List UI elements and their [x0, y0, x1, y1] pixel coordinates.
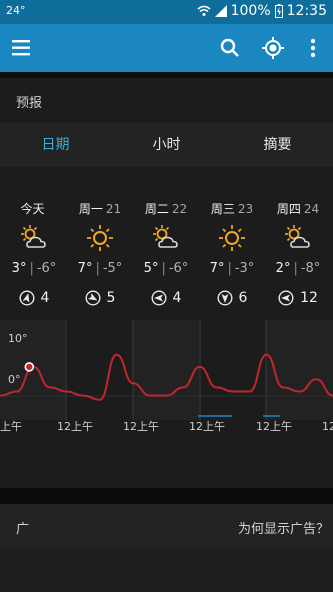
day-column[interactable]: 周二 22 5° | -6° 4 — [133, 200, 199, 306]
daily-forecast: 今天 3° | -6° 4 周一 21 7° | -5° 5 周二 22 5° … — [0, 200, 333, 310]
x-tick-label: 12上午 — [256, 420, 292, 433]
status-temperature: 24° — [6, 4, 26, 17]
partly-cloudy-icon — [21, 225, 46, 248]
battery-percent: 100% — [230, 3, 271, 19]
sun-icon — [87, 225, 113, 251]
partly-cloudy-icon — [153, 225, 178, 248]
sun-icon — [219, 225, 245, 251]
bottom-area — [0, 548, 333, 592]
wifi-icon — [197, 5, 211, 16]
day-column[interactable]: 周三 23 7° | -3° 6 — [199, 200, 265, 306]
x-tick-label: 上午 — [0, 420, 22, 433]
forecast-tabs: 日期 小时 摘要 — [0, 123, 333, 167]
ad-banner[interactable]: 广 为何显示广告？ — [0, 504, 333, 548]
tab-days[interactable]: 日期 — [0, 123, 111, 167]
day-name: 周一 21 — [78, 202, 122, 216]
day-temperatures: 7° | -3° — [209, 261, 255, 276]
day-column[interactable]: 周四 24 2° | -8° 12 — [265, 200, 331, 306]
day-wind: 12 — [265, 290, 331, 306]
app-bar — [0, 24, 333, 72]
chart-day-shade — [133, 320, 200, 420]
partly-cloudy-icon — [285, 225, 310, 248]
wind-direction-icon — [217, 290, 233, 306]
day-temperatures: 3° | -6° — [11, 261, 57, 276]
day-name: 周三 23 — [210, 202, 254, 216]
more-options-icon[interactable] — [305, 36, 321, 60]
tab-hours[interactable]: 小时 — [111, 123, 222, 167]
tab-summary[interactable]: 摘要 — [222, 123, 333, 167]
y-tick-label: 10° — [8, 332, 28, 345]
day-wind: 6 — [199, 290, 265, 306]
day-temperatures: 5° | -6° — [143, 261, 189, 276]
wind-direction-icon — [151, 290, 167, 306]
chart-day-shade — [266, 320, 333, 420]
divider-band — [0, 488, 333, 504]
x-tick-label: 12上午 — [57, 420, 93, 433]
day-column[interactable]: 周一 21 7° | -5° 5 — [67, 200, 133, 306]
day-name: 周四 24 — [276, 202, 320, 216]
day-temperatures: 7° | -5° — [77, 261, 123, 276]
menu-icon[interactable] — [10, 38, 34, 58]
my-location-icon[interactable] — [261, 36, 285, 60]
wind-direction-icon — [278, 290, 294, 306]
forecast-title: 预报 — [16, 96, 43, 111]
day-wind: 4 — [133, 290, 199, 306]
x-tick-label: 12上午 — [123, 420, 159, 433]
divider-band — [0, 72, 333, 78]
x-tick-label: 12 — [322, 420, 333, 433]
x-tick-label: 12上午 — [189, 420, 225, 433]
status-time: 12:35 — [286, 3, 327, 19]
ad-label: 广 — [16, 522, 30, 537]
why-ads-link[interactable]: 为何显示广告？ — [238, 518, 329, 537]
day-name: 今天 — [20, 202, 45, 216]
day-wind: 5 — [67, 290, 133, 306]
y-tick-label: 0° — [8, 373, 21, 386]
signal-icon — [214, 5, 227, 17]
day-wind: 4 — [1, 290, 67, 306]
temperature-chart[interactable]: 10° 0° 上午 12上午 12上午 12上午 12上午 12 — [0, 320, 333, 440]
search-icon[interactable] — [218, 36, 242, 60]
status-bar: 24° 100% 12:35 — [0, 0, 333, 24]
day-name: 周二 22 — [144, 202, 188, 216]
status-right: 100% 12:35 — [197, 3, 327, 19]
day-column[interactable]: 今天 3° | -6° 4 — [1, 200, 67, 306]
day-temperatures: 2° | -8° — [275, 261, 321, 276]
wind-direction-icon — [85, 290, 101, 306]
wind-direction-icon — [19, 290, 35, 306]
battery-charging-icon — [274, 4, 283, 18]
current-temperature-point — [24, 362, 35, 372]
